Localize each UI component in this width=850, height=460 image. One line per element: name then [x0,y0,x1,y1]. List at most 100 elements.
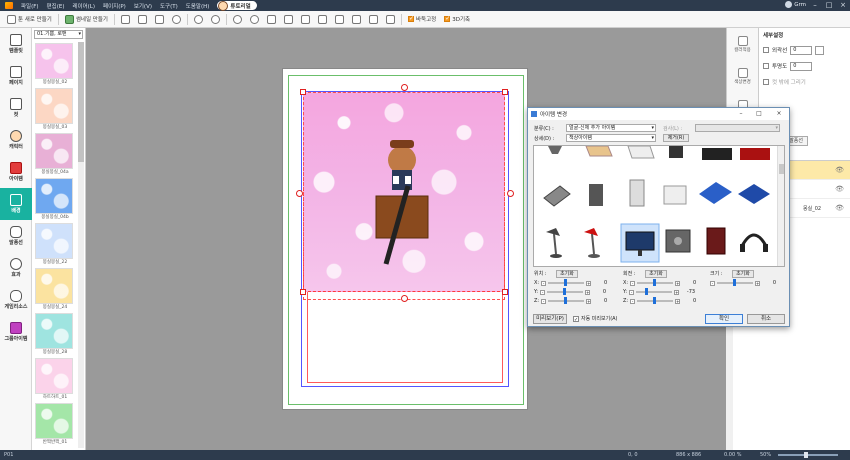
minimize-button[interactable]: – [808,0,822,11]
item-grid[interactable] [533,145,785,267]
menu-page[interactable]: 페이지(P) [99,2,130,10]
new-toon-button[interactable]: 툰 새로 만들기 [3,13,56,26]
increment-button[interactable]: + [675,298,681,304]
decrement-button[interactable]: - [629,289,635,295]
decrement-button[interactable]: - [541,280,547,286]
group-button[interactable] [365,13,382,26]
scrollbar-thumb[interactable] [78,42,84,162]
dialog-close-button[interactable]: × [772,108,786,120]
menu-help[interactable]: 도움말(H) [182,2,214,10]
list-item[interactable]: 몽실몽실_22 [35,223,75,267]
zoom-out-button[interactable] [246,13,263,26]
opacity-checkbox[interactable] [763,63,769,69]
flip-horizontal-button[interactable] [331,13,348,26]
slider-knob[interactable] [564,279,568,286]
rotation-y-slider[interactable] [636,288,673,295]
resize-handle[interactable] [502,289,508,295]
decrement-button[interactable]: - [710,280,715,286]
arrange-front-button[interactable] [297,13,314,26]
resize-handle[interactable] [401,295,408,302]
dialog-maximize-button[interactable]: □ [752,108,766,120]
category-select[interactable]: 01.기쁨, 로맨 [34,30,83,39]
view3d-toggle[interactable]: 3D기축 [440,15,474,23]
duplicate-button[interactable] [151,13,168,26]
zoom-fit-button[interactable] [263,13,280,26]
menu-file[interactable]: 파일(F) [17,2,43,10]
menu-view[interactable]: 보기(V) [130,2,156,10]
thumbnail-button[interactable]: 썸네일 만들기 [61,13,112,26]
resize-handle[interactable] [401,84,408,91]
menu-edit[interactable]: 편집(E) [43,2,69,10]
auto-preview-checkbox[interactable]: ✓ [573,315,579,323]
list-item[interactable]: 몽실몽실_24 [35,268,75,312]
decrement-button[interactable]: - [630,298,636,304]
delete-button[interactable] [168,13,185,26]
eye-icon[interactable]: 👁 [835,185,844,193]
zoom-in-button[interactable] [229,13,246,26]
eye-icon[interactable]: 👁 [835,166,844,174]
list-item[interactable]: 몽실몽실_03 [35,88,75,132]
color-apply-button[interactable]: 컬러적용 [727,28,758,60]
undo-button[interactable] [190,13,207,26]
nav-effect[interactable]: 효과 [0,252,32,284]
decrement-button[interactable]: - [540,289,546,295]
outline-color-swatch[interactable] [815,45,825,55]
scrollbar-thumb[interactable] [779,164,784,174]
list-item[interactable]: 몽실몽실_02 [35,43,75,87]
increment-button[interactable]: + [755,280,760,286]
opacity-input[interactable]: 0 [790,61,813,71]
user-account[interactable]: Grm [785,1,806,8]
outline-checkbox[interactable] [763,47,769,53]
close-button[interactable]: × [836,0,850,11]
slider-knob[interactable] [733,279,736,286]
increment-button[interactable]: + [586,298,592,304]
nav-group-item[interactable]: 그룹아이템 [0,316,32,348]
paste-button[interactable] [134,13,151,26]
rotation-z-slider[interactable] [637,297,674,304]
cancel-button[interactable]: 취소 [747,314,785,324]
detail-combo[interactable]: 책상아이템 [566,134,656,142]
slider-knob[interactable] [653,297,657,304]
decrement-button[interactable]: - [630,280,636,286]
flip-vertical-button[interactable] [348,13,365,26]
category-combo[interactable]: 얼굴-신체 추가 아이템 [566,124,656,132]
position-y-slider[interactable] [547,288,584,295]
tutorial-button[interactable]: 튜토리얼 [217,1,257,11]
decrement-button[interactable]: - [541,298,547,304]
nav-cut[interactable]: 컷 [0,92,32,124]
rotation-reset-button[interactable]: 초기화 [645,270,667,278]
list-item[interactable]: 몽실몽실_04b [35,178,75,222]
slider-knob[interactable] [563,288,567,295]
resize-handle[interactable] [502,89,508,95]
cut-outside-checkbox[interactable] [763,79,769,85]
eye-icon[interactable]: 👁 [835,204,844,212]
position-z-slider[interactable] [548,297,585,304]
nav-page[interactable]: 페이지 [0,60,32,92]
size-reset-button[interactable]: 초기화 [732,270,754,278]
slider-knob[interactable] [564,297,568,304]
arrange-back-button[interactable] [314,13,331,26]
list-item[interactable]: 반짝반짝_01 [35,403,75,447]
resize-handle[interactable] [300,89,306,95]
preview-button[interactable]: 미리보기(P) [533,314,567,324]
copy-button[interactable] [117,13,134,26]
nav-item[interactable]: 아이템 [0,156,32,188]
increment-button[interactable]: + [585,289,591,295]
lock-button[interactable] [382,13,399,26]
position-x-slider[interactable] [548,279,585,286]
zoom-slider-knob[interactable] [804,452,808,458]
nav-character[interactable]: 캐릭터 [0,124,32,156]
position-reset-button[interactable]: 초기화 [556,270,578,278]
item-grid-scrollbar[interactable] [777,146,784,266]
zoom-slider[interactable] [778,452,838,458]
snap-toggle[interactable]: 바둑고정 [404,15,440,23]
list-item[interactable]: 하트하트_01 [35,358,75,402]
resize-handle[interactable] [300,289,306,295]
asset-scrollbar[interactable] [78,42,84,448]
view3d-checkbox[interactable] [444,15,450,22]
list-item[interactable]: 몽실몽실_28 [35,313,75,357]
increment-button[interactable]: + [586,280,592,286]
list-item[interactable]: 몽실몽실_04a [35,133,75,177]
menu-layer[interactable]: 레이어(L) [68,2,99,10]
menu-tools[interactable]: 도구(T) [156,2,182,10]
